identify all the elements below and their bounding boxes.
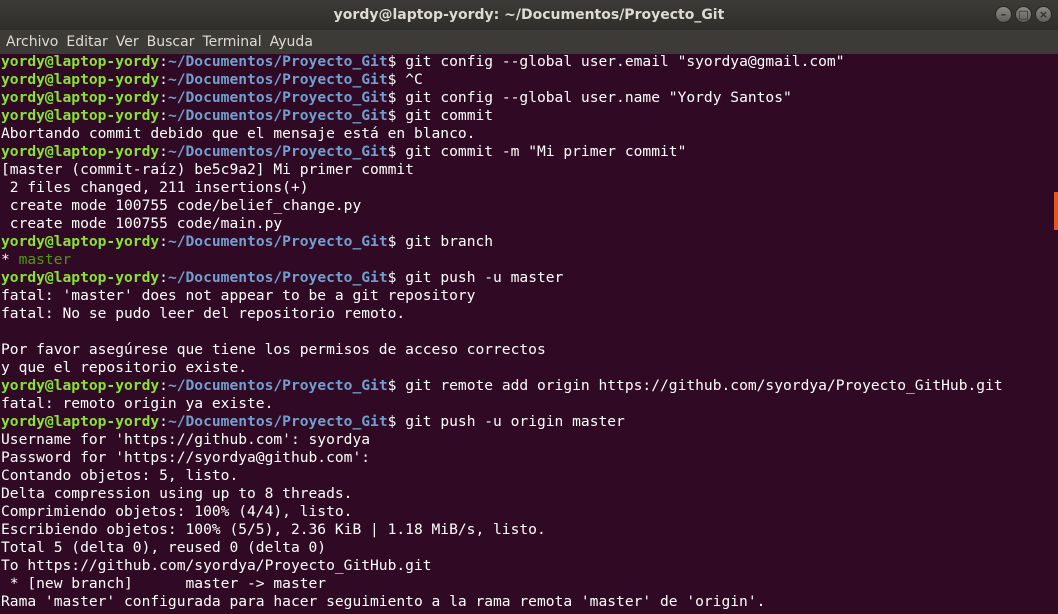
command-text: git push -u origin master <box>396 413 625 430</box>
command-text: git config --global user.name "Yordy San… <box>396 89 792 106</box>
terminal-window: yordy@laptop-yordy: ~/Documentos/Proyect… <box>0 0 1058 614</box>
command-line: yordy@laptop-yordy:~/Documentos/Proyecto… <box>1 89 1051 107</box>
command-line: yordy@laptop-yordy:~/Documentos/Proyecto… <box>1 413 1051 431</box>
minimize-button[interactable]: – <box>995 6 1012 23</box>
prompt-path: ~/Documentos/Proyecto_Git <box>167 269 388 286</box>
command-text: git push -u master <box>396 269 564 286</box>
maximize-button[interactable]: □ <box>1015 6 1032 23</box>
output-line: Contando objetos: 5, listo. <box>1 467 239 484</box>
command-text: git branch <box>396 233 494 250</box>
window-title: yordy@laptop-yordy: ~/Documentos/Proyect… <box>333 7 725 23</box>
prompt-separator: : <box>159 71 168 88</box>
output-line: Delta compression using up to 8 threads. <box>1 485 353 502</box>
output-line: Username for 'https://github.com': syord… <box>1 431 371 448</box>
prompt-separator: : <box>159 53 168 70</box>
prompt-separator: : <box>159 143 168 160</box>
close-button[interactable]: × <box>1035 6 1052 23</box>
prompt-separator: : <box>159 269 168 286</box>
command-text: git config --global user.email "syordya@… <box>396 53 845 70</box>
command-line: yordy@laptop-yordy:~/Documentos/Proyecto… <box>1 233 1051 251</box>
prompt-user: yordy@laptop-yordy <box>1 53 160 70</box>
menu-buscar[interactable]: Buscar <box>143 30 199 54</box>
prompt-path: ~/Documentos/Proyecto_Git <box>167 107 388 124</box>
command-line: yordy@laptop-yordy:~/Documentos/Proyecto… <box>1 107 1051 125</box>
output-line: Password for 'https://syordya@github.com… <box>1 449 371 466</box>
menu-archivo[interactable]: Archivo <box>2 30 62 54</box>
output-line: fatal: remoto origin ya existe. <box>1 395 274 412</box>
prompt-separator: : <box>159 413 168 430</box>
menu-terminal[interactable]: Terminal <box>198 30 265 54</box>
command-text: git commit <box>396 107 494 124</box>
branch-line: * master <box>1 251 1051 269</box>
scrollbar[interactable] <box>1054 192 1058 230</box>
window-controls: – □ × <box>995 6 1052 23</box>
menu-bar: Archivo Editar Ver Buscar Terminal Ayuda <box>0 30 1058 54</box>
command-text: git commit -m "Mi primer commit" <box>396 143 687 160</box>
prompt-separator: : <box>159 89 168 106</box>
output-line: Rama 'master' configurada para hacer seg… <box>1 593 766 610</box>
prompt-separator: : <box>159 377 168 394</box>
menu-ver[interactable]: Ver <box>112 30 143 54</box>
output-line: create mode 100755 code/main.py <box>1 215 283 232</box>
command-line: yordy@laptop-yordy:~/Documentos/Proyecto… <box>1 377 1051 395</box>
prompt-user: yordy@laptop-yordy <box>1 233 160 250</box>
menu-ayuda[interactable]: Ayuda <box>266 30 317 54</box>
command-line: yordy@laptop-yordy:~/Documentos/Proyecto… <box>1 269 1051 287</box>
output-line: create mode 100755 code/belief_change.py <box>1 197 362 214</box>
command-line: yordy@laptop-yordy:~/Documentos/Proyecto… <box>1 71 1051 89</box>
command-line: yordy@laptop-yordy:~/Documentos/Proyecto… <box>1 143 1051 161</box>
prompt-path: ~/Documentos/Proyecto_Git <box>167 89 388 106</box>
prompt-path: ~/Documentos/Proyecto_Git <box>167 71 388 88</box>
current-branch-marker: * <box>1 251 19 268</box>
prompt-path: ~/Documentos/Proyecto_Git <box>167 233 388 250</box>
prompt-user: yordy@laptop-yordy <box>1 107 160 124</box>
output-line: fatal: No se pudo leer del repositorio r… <box>1 305 406 322</box>
menu-editar[interactable]: Editar <box>62 30 111 54</box>
prompt-path: ~/Documentos/Proyecto_Git <box>167 413 388 430</box>
prompt-path: ~/Documentos/Proyecto_Git <box>167 53 388 70</box>
output-line: [master (commit-raíz) be5c9a2] Mi primer… <box>1 161 414 178</box>
command-text: ^C <box>396 71 423 88</box>
prompt-separator: : <box>159 233 168 250</box>
prompt-user: yordy@laptop-yordy <box>1 143 160 160</box>
terminal-output[interactable]: yordy@laptop-yordy:~/Documentos/Proyecto… <box>1 53 1051 614</box>
prompt-separator: : <box>159 107 168 124</box>
output-line: To https://github.com/syordya/Proyecto_G… <box>1 557 432 574</box>
output-line: * [new branch] master -> master <box>1 575 327 592</box>
output-line: fatal: 'master' does not appear to be a … <box>1 287 476 304</box>
prompt-user: yordy@laptop-yordy <box>1 377 160 394</box>
prompt-user: yordy@laptop-yordy <box>1 89 160 106</box>
prompt-path: ~/Documentos/Proyecto_Git <box>167 143 388 160</box>
prompt-user: yordy@laptop-yordy <box>1 71 160 88</box>
title-bar[interactable]: yordy@laptop-yordy: ~/Documentos/Proyect… <box>0 0 1058 30</box>
command-line: yordy@laptop-yordy:~/Documentos/Proyecto… <box>1 53 1051 71</box>
output-line: Total 5 (delta 0), reused 0 (delta 0) <box>1 539 327 556</box>
output-line: Abortando commit debido que el mensaje e… <box>1 125 476 142</box>
command-text: git remote add origin https://github.com… <box>396 377 1003 394</box>
output-line: y que el repositorio existe. <box>1 359 248 376</box>
output-line: Escribiendo objetos: 100% (5/5), 2.36 Ki… <box>1 521 546 538</box>
output-line: Comprimiendo objetos: 100% (4/4), listo. <box>1 503 353 520</box>
prompt-user: yordy@laptop-yordy <box>1 269 160 286</box>
output-line: Por favor asegúrese que tiene los permis… <box>1 341 546 358</box>
output-line: 2 files changed, 211 insertions(+) <box>1 179 309 196</box>
prompt-user: yordy@laptop-yordy <box>1 413 160 430</box>
prompt-path: ~/Documentos/Proyecto_Git <box>167 377 388 394</box>
current-branch-name: master <box>18 251 72 268</box>
